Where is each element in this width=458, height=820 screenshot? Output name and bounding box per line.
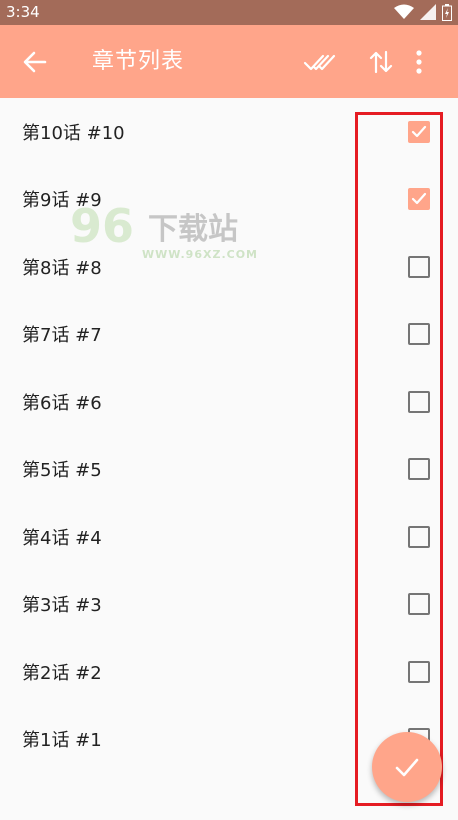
- chapter-checkbox[interactable]: [408, 120, 430, 143]
- chapter-checkbox[interactable]: [408, 188, 430, 211]
- chapter-checkbox[interactable]: [408, 458, 430, 481]
- chapter-row[interactable]: 第9话 #9: [0, 166, 458, 234]
- check-icon: [395, 758, 419, 777]
- sort-icon: [369, 50, 393, 74]
- more-options-button[interactable]: [416, 43, 454, 81]
- checkmark-icon: [411, 125, 427, 137]
- chapter-list: 第10话 #10 第9话 #9 第8话 #8 第7话 #7 第6话 #6 第5话 #5 第4…: [0, 98, 458, 773]
- select-all-button[interactable]: [300, 43, 338, 81]
- signal-icon: [420, 4, 436, 20]
- chapter-row[interactable]: 第5话 #5: [0, 436, 458, 504]
- chapter-label: 第1话 #1: [22, 730, 102, 752]
- more-vert-icon: [416, 50, 422, 74]
- chapter-label: 第6话 #6: [22, 392, 102, 414]
- chapter-checkbox[interactable]: [408, 390, 430, 413]
- chapter-row[interactable]: 第3话 #3: [0, 571, 458, 639]
- chapter-label: 第10话 #10: [22, 122, 125, 144]
- chapter-label: 第8话 #8: [22, 257, 102, 279]
- chapter-row[interactable]: 第4话 #4: [0, 503, 458, 571]
- page-title: 章节列表: [92, 49, 185, 74]
- double-check-icon: [303, 54, 336, 71]
- status-icons: [394, 3, 452, 21]
- status-bar: 3:34: [0, 0, 458, 25]
- chapter-checkbox[interactable]: [408, 323, 430, 346]
- chapter-label: 第5话 #5: [22, 460, 102, 482]
- chapter-row[interactable]: 第7话 #7: [0, 301, 458, 369]
- chapter-label: 第4话 #4: [22, 527, 102, 549]
- chapter-label: 第7话 #7: [22, 325, 102, 347]
- sort-button[interactable]: [362, 43, 400, 81]
- chapter-checkbox[interactable]: [408, 255, 430, 278]
- chapter-checkbox[interactable]: [408, 660, 430, 683]
- chapter-label: 第9话 #9: [22, 190, 102, 212]
- chapter-row[interactable]: 第8话 #8: [0, 233, 458, 301]
- chapter-checkbox[interactable]: [408, 525, 430, 548]
- chapter-checkbox[interactable]: [408, 593, 430, 616]
- chapter-row[interactable]: 第10话 #10: [0, 98, 458, 166]
- confirm-fab[interactable]: [372, 732, 442, 802]
- arrow-left-icon: [23, 51, 47, 73]
- checkmark-icon: [411, 193, 427, 205]
- chapter-label: 第2话 #2: [22, 662, 102, 684]
- chapter-row[interactable]: 第6话 #6: [0, 368, 458, 436]
- chapter-row[interactable]: 第2话 #2: [0, 638, 458, 706]
- battery-icon: [442, 3, 452, 21]
- app-toolbar: 章节列表: [0, 25, 458, 98]
- back-button[interactable]: [16, 43, 54, 81]
- status-time: 3:34: [6, 3, 40, 21]
- chapter-label: 第3话 #3: [22, 595, 102, 617]
- wifi-icon: [394, 4, 414, 20]
